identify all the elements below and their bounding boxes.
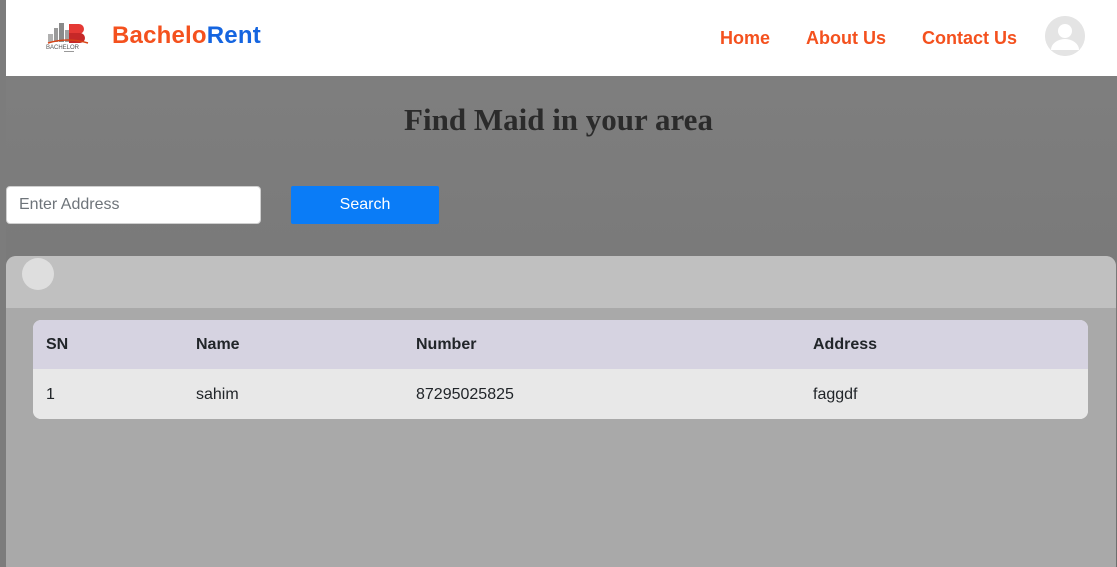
building-logo-icon[interactable]: BACHELOR — [40, 18, 98, 54]
address-search-input[interactable] — [6, 186, 261, 224]
maid-table: SN Name Number Address 1 sahim 872950258… — [33, 320, 1088, 419]
cell-address: faggdf — [813, 386, 858, 403]
cell-name: sahim — [196, 386, 239, 403]
navbar: BACHELOR BacheloRent Home About Us Conta… — [6, 0, 1117, 76]
cell-number: 87295025825 — [416, 386, 514, 403]
table-row[interactable]: 1 sahim 87295025825 faggdf — [33, 369, 1088, 419]
logo-text: BACHELOR — [46, 45, 80, 51]
results-panel: SN Name Number Address 1 sahim 872950258… — [6, 256, 1116, 567]
nav-link-about-us[interactable]: About Us — [806, 28, 886, 49]
brand-name[interactable]: BacheloRent — [112, 22, 261, 50]
nav-link-contact-us[interactable]: Contact Us — [922, 28, 1017, 49]
circle-icon[interactable] — [22, 258, 54, 290]
column-header-number: Number — [416, 336, 477, 353]
column-header-sn: SN — [46, 336, 69, 353]
column-header-address: Address — [813, 336, 878, 353]
page-title: Find Maid in your area — [404, 102, 713, 137]
user-avatar-icon[interactable] — [1045, 16, 1085, 56]
nav-link-home[interactable]: Home — [720, 28, 770, 49]
brand-name-part1: Bachelo — [112, 22, 207, 49]
cell-sn: 1 — [46, 386, 55, 403]
panel-header — [6, 256, 1116, 308]
column-header-name: Name — [196, 336, 240, 353]
search-button[interactable]: Search — [291, 186, 439, 224]
brand-name-part2: Rent — [206, 22, 261, 49]
table-header-row: SN Name Number Address — [33, 320, 1088, 369]
